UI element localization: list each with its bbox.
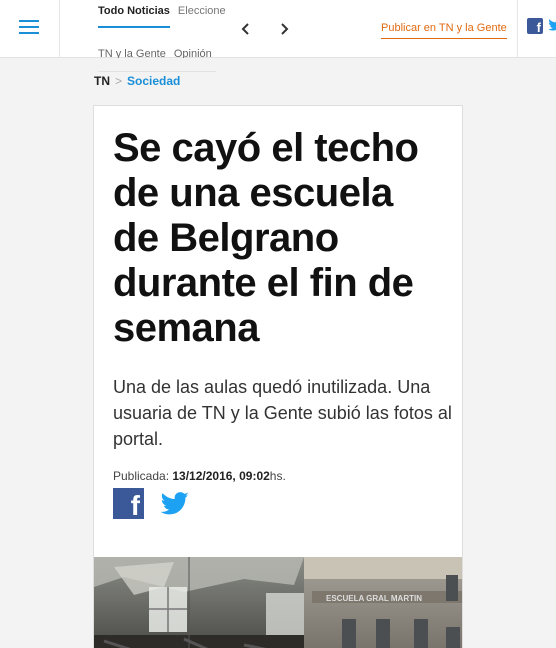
divider	[98, 71, 216, 72]
breadcrumb-section-link[interactable]: Sociedad	[127, 74, 180, 88]
breadcrumb-home-link[interactable]: TN	[94, 74, 110, 88]
facebook-share-icon[interactable]: f	[113, 488, 144, 521]
twitter-share-icon[interactable]	[158, 489, 192, 519]
facebook-icon[interactable]: f	[527, 18, 543, 35]
article-card: Se cayó el techo de una escuela de Belgr…	[93, 105, 463, 648]
chevron-right-icon: >	[115, 74, 123, 88]
chevron-left-icon[interactable]	[238, 19, 254, 39]
publish-date: Publicada: 13/12/2016, 09:02hs.	[113, 469, 286, 483]
section-nav: Todo Noticias Elecciones TN y la Gente Opi…	[98, 0, 226, 58]
twitter-icon[interactable]	[548, 17, 556, 33]
photo-sign-text: ESCUELA GRAL MARTIN	[326, 594, 422, 603]
article-lead: Una de las aulas quedó inutilizada. Una …	[113, 377, 452, 449]
nav-item-elecciones[interactable]: Elecciones	[178, 5, 226, 17]
nav-item-todo-noticias[interactable]: Todo Noticias	[98, 5, 170, 28]
divider	[59, 0, 60, 58]
divider	[517, 0, 518, 58]
article-title: Se cayó el techo de una escuela de Belgr…	[113, 126, 419, 350]
publish-link[interactable]: Publicar en TN y la Gente	[381, 22, 507, 39]
article-photo[interactable]: ESCUELA GRAL MARTIN	[94, 557, 462, 648]
top-bar: Todo Noticias Elecciones TN y la Gente Opi…	[0, 0, 556, 58]
chevron-right-icon[interactable]	[276, 19, 292, 39]
menu-icon[interactable]	[19, 20, 39, 34]
publish-date-value: 13/12/2016, 09:02	[172, 469, 270, 483]
nav-item-tn-y-la-gente[interactable]: TN y la Gente	[98, 48, 166, 58]
publish-date-suffix: hs.	[269, 469, 286, 483]
breadcrumb: TN > Sociedad	[94, 74, 180, 88]
nav-item-opinion[interactable]: Opinión	[174, 48, 212, 58]
publish-date-label: Publicada:	[113, 469, 173, 483]
